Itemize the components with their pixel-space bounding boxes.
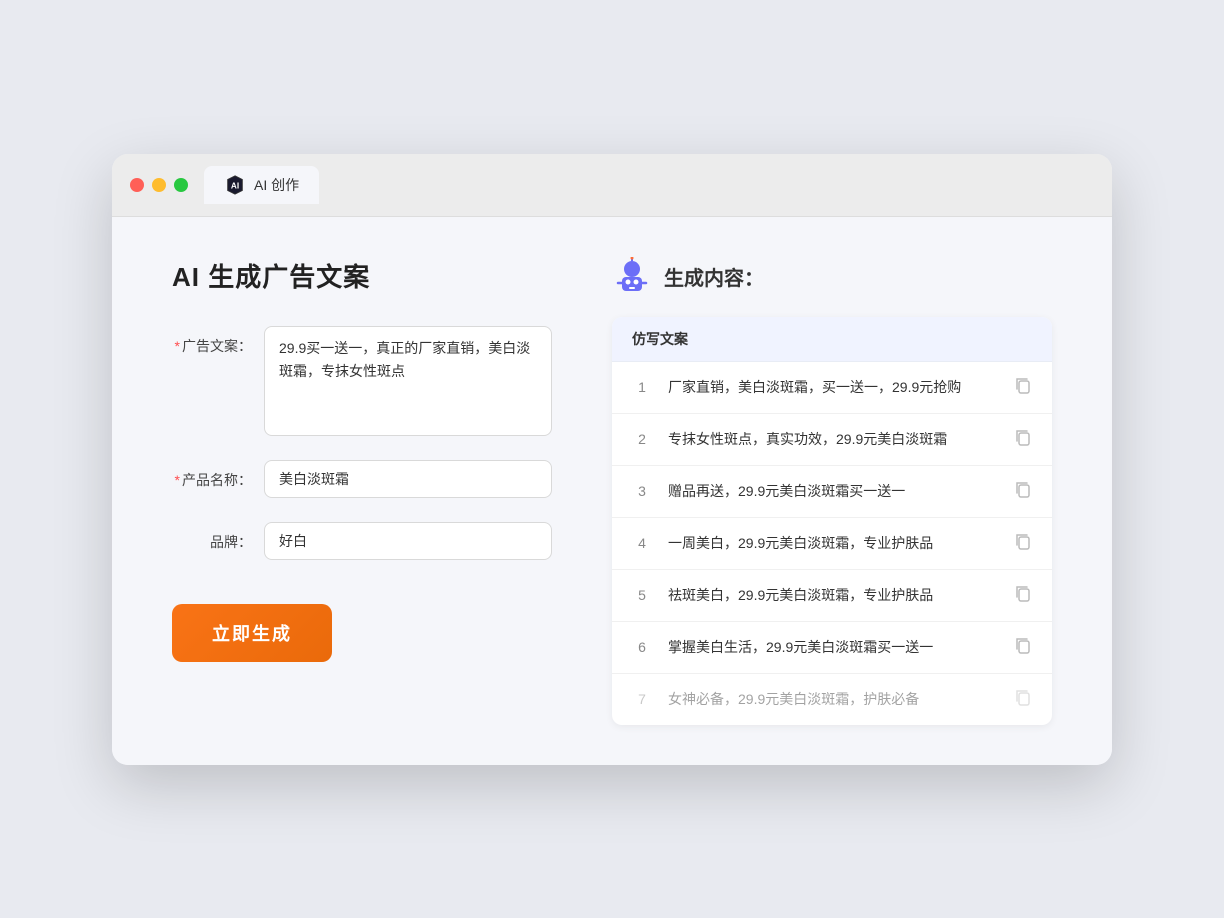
left-panel: AI 生成广告文案 *广告文案： *产品名称： 品 — [172, 257, 552, 725]
ad-copy-label: *广告文案： — [172, 326, 252, 356]
close-button[interactable] — [130, 178, 144, 192]
copy-icon[interactable] — [1014, 532, 1032, 555]
traffic-lights — [130, 178, 188, 192]
result-header: 生成内容： — [612, 257, 1052, 297]
row-text: 祛斑美白，29.9元美白淡斑霜，专业护肤品 — [668, 585, 998, 606]
result-row: 6 掌握美白生活，29.9元美白淡斑霜买一送一 — [612, 622, 1052, 674]
browser-titlebar: AI AI 创作 — [112, 154, 1112, 217]
row-number: 6 — [632, 639, 652, 655]
row-number: 5 — [632, 587, 652, 603]
row-text: 掌握美白生活，29.9元美白淡斑霜买一送一 — [668, 637, 998, 658]
robot-icon — [612, 257, 652, 297]
svg-text:AI: AI — [231, 181, 239, 190]
copy-icon[interactable] — [1014, 636, 1032, 659]
required-star-ad: * — [175, 338, 180, 354]
tab-label: AI 创作 — [254, 175, 299, 195]
copy-icon[interactable] — [1014, 688, 1032, 711]
product-name-label: *产品名称： — [172, 460, 252, 490]
row-text: 厂家直销，美白淡斑霜，买一送一，29.9元抢购 — [668, 377, 998, 398]
minimize-button[interactable] — [152, 178, 166, 192]
row-text: 女神必备，29.9元美白淡斑霜，护肤必备 — [668, 689, 998, 710]
product-name-input[interactable] — [264, 460, 552, 498]
required-star-product: * — [175, 472, 180, 488]
copy-icon[interactable] — [1014, 584, 1032, 607]
generate-button[interactable]: 立即生成 — [172, 604, 332, 662]
ai-tab[interactable]: AI AI 创作 — [204, 166, 319, 204]
brand-input[interactable] — [264, 522, 552, 560]
maximize-button[interactable] — [174, 178, 188, 192]
table-header: 仿写文案 — [612, 317, 1052, 362]
result-table: 仿写文案 1 厂家直销，美白淡斑霜，买一送一，29.9元抢购 2 专抹女性斑点，真实… — [612, 317, 1052, 725]
result-row: 4 一周美白，29.9元美白淡斑霜，专业护肤品 — [612, 518, 1052, 570]
row-number: 7 — [632, 691, 652, 707]
result-row: 7 女神必备，29.9元美白淡斑霜，护肤必备 — [612, 674, 1052, 725]
row-number: 4 — [632, 535, 652, 551]
row-text: 专抹女性斑点，真实功效，29.9元美白淡斑霜 — [668, 429, 998, 450]
product-name-group: *产品名称： — [172, 460, 552, 498]
row-number: 3 — [632, 483, 652, 499]
result-row: 5 祛斑美白，29.9元美白淡斑霜，专业护肤品 — [612, 570, 1052, 622]
ai-tab-icon: AI — [224, 174, 246, 196]
main-layout: AI 生成广告文案 *广告文案： *产品名称： 品 — [172, 257, 1052, 725]
ad-copy-group: *广告文案： — [172, 326, 552, 436]
row-text: 一周美白，29.9元美白淡斑霜，专业护肤品 — [668, 533, 998, 554]
result-row: 3 赠品再送，29.9元美白淡斑霜买一送一 — [612, 466, 1052, 518]
brand-group: 品牌： — [172, 522, 552, 560]
brand-label: 品牌： — [172, 522, 252, 552]
page-title: AI 生成广告文案 — [172, 257, 552, 294]
copy-icon[interactable] — [1014, 480, 1032, 503]
row-number: 2 — [632, 431, 652, 447]
copy-icon[interactable] — [1014, 428, 1032, 451]
result-title: 生成内容： — [664, 262, 764, 291]
copy-icon[interactable] — [1014, 376, 1032, 399]
result-row: 1 厂家直销，美白淡斑霜，买一送一，29.9元抢购 — [612, 362, 1052, 414]
browser-window: AI AI 创作 AI 生成广告文案 *广告文案： *产品 — [112, 154, 1112, 765]
ad-copy-input[interactable] — [264, 326, 552, 436]
row-text: 赠品再送，29.9元美白淡斑霜买一送一 — [668, 481, 998, 502]
result-row: 2 专抹女性斑点，真实功效，29.9元美白淡斑霜 — [612, 414, 1052, 466]
row-number: 1 — [632, 379, 652, 395]
browser-content: AI 生成广告文案 *广告文案： *产品名称： 品 — [112, 217, 1112, 765]
right-panel: 生成内容： 仿写文案 1 厂家直销，美白淡斑霜，买一送一，29.9元抢购 2 专抹女… — [612, 257, 1052, 725]
results-container: 1 厂家直销，美白淡斑霜，买一送一，29.9元抢购 2 专抹女性斑点，真实功效，29… — [612, 362, 1052, 725]
